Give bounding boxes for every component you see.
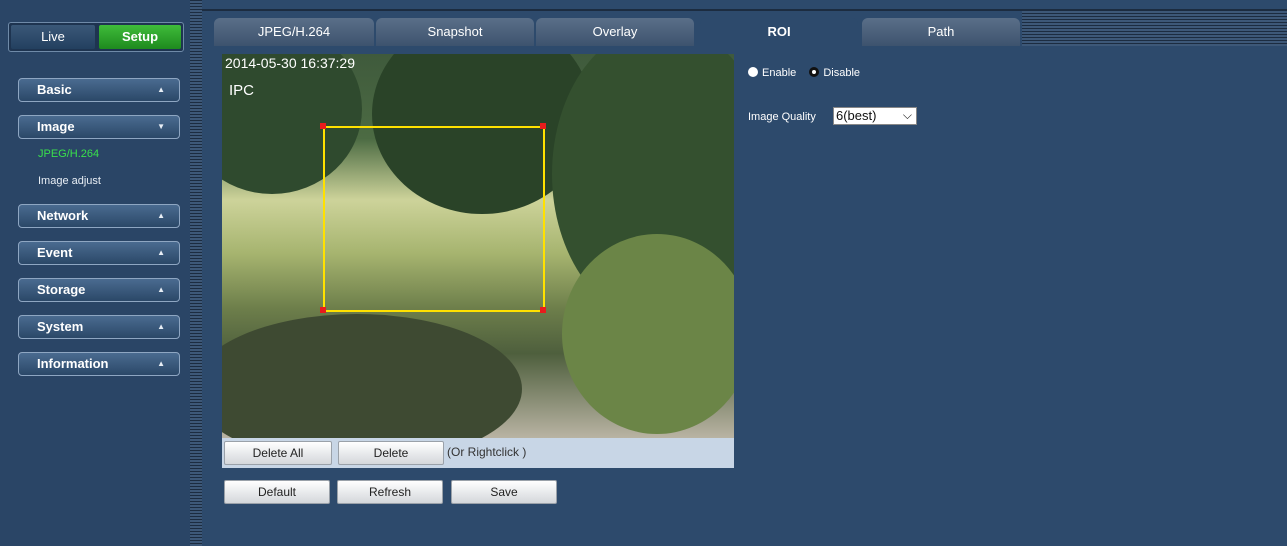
delete-button[interactable]: Delete	[338, 441, 444, 465]
chevron-down-icon: ▼	[157, 122, 165, 131]
tab-snapshot[interactable]: Snapshot	[376, 18, 534, 46]
setup-tab[interactable]: Setup	[99, 25, 181, 49]
menu-basic[interactable]: Basic ▲	[18, 78, 180, 102]
chevron-up-icon: ▲	[157, 285, 165, 294]
image-quality-value: 6(best)	[836, 108, 877, 123]
tab-jpeg-h264[interactable]: JPEG/H.264	[214, 18, 374, 46]
roi-enable-options: Enable Disable	[748, 67, 860, 79]
save-button[interactable]: Save	[451, 480, 557, 504]
submenu-jpeg-h264[interactable]: JPEG/H.264	[38, 148, 99, 160]
refresh-button[interactable]: Refresh	[337, 480, 443, 504]
tab-bar-filler	[1022, 10, 1287, 46]
enable-label: Enable	[762, 67, 797, 79]
chevron-up-icon: ▲	[157, 85, 165, 94]
tab-overlay[interactable]: Overlay	[536, 18, 694, 46]
chevron-up-icon: ▲	[157, 248, 165, 257]
foliage	[562, 234, 734, 434]
submenu-image-adjust[interactable]: Image adjust	[38, 175, 101, 187]
mode-switch: Live Setup	[8, 22, 184, 52]
image-quality-select[interactable]: 6(best) ⌵	[833, 107, 917, 125]
menu-information-label: Information	[37, 356, 109, 371]
roi-handle-top-right[interactable]	[540, 123, 546, 129]
menu-storage[interactable]: Storage ▲	[18, 278, 180, 302]
menu-event[interactable]: Event ▲	[18, 241, 180, 265]
image-quality-label: Image Quality	[748, 111, 816, 123]
menu-information[interactable]: Information ▲	[18, 352, 180, 376]
menu-image[interactable]: Image ▼	[18, 115, 180, 139]
disable-radio[interactable]: Disable	[809, 67, 860, 79]
tab-path[interactable]: Path	[862, 18, 1020, 46]
osd-channel-name: IPC	[229, 82, 255, 99]
menu-network-label: Network	[37, 208, 89, 223]
roi-handle-bottom-right[interactable]	[540, 307, 546, 313]
foliage	[222, 314, 522, 438]
roi-handle-bottom-left[interactable]	[320, 307, 326, 313]
radio-unselected-icon	[748, 67, 758, 77]
disable-label: Disable	[823, 67, 861, 79]
chevron-down-icon: ⌵	[902, 108, 912, 122]
osd-timestamp: 2014-05-30 16:37:29	[225, 55, 355, 71]
menu-storage-label: Storage	[37, 282, 86, 297]
rightclick-hint: (Or Rightclick )	[447, 445, 527, 459]
chevron-up-icon: ▲	[157, 211, 165, 220]
menu-event-label: Event	[37, 245, 73, 260]
menu-network[interactable]: Network ▲	[18, 204, 180, 228]
delete-all-button[interactable]: Delete All	[224, 441, 332, 465]
enable-radio[interactable]: Enable	[748, 67, 796, 79]
default-button[interactable]: Default	[224, 480, 330, 504]
roi-region[interactable]	[323, 126, 545, 312]
menu-image-label: Image	[37, 119, 75, 134]
chevron-up-icon: ▲	[157, 359, 165, 368]
live-tab[interactable]: Live	[11, 25, 95, 49]
sidebar-divider	[190, 0, 202, 546]
video-preview[interactable]: 2014-05-30 16:37:29 IPC	[222, 54, 734, 438]
radio-selected-icon	[809, 67, 820, 77]
menu-system[interactable]: System ▲	[18, 315, 180, 339]
sidebar: Live Setup Basic ▲ Image ▼ JPEG/H.264 Im…	[0, 0, 190, 546]
menu-system-label: System	[37, 319, 84, 334]
tab-roi[interactable]: ROI	[700, 18, 858, 46]
chevron-up-icon: ▲	[157, 322, 165, 331]
menu-basic-label: Basic	[37, 82, 72, 97]
roi-handle-top-left[interactable]	[320, 123, 326, 129]
